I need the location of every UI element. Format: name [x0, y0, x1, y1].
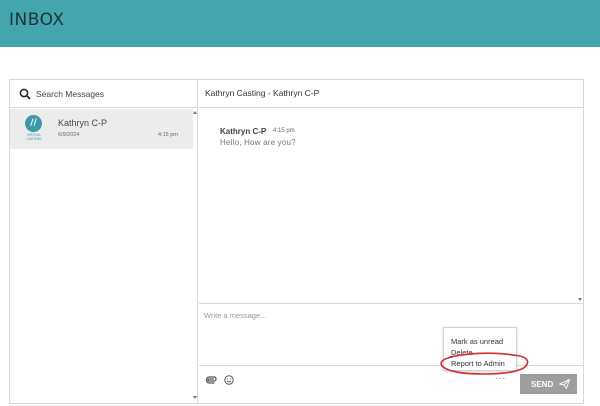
menu-item-report-admin[interactable]: Report to Admin — [451, 359, 505, 368]
options-menu: Mark as unread Delete Report to Admin — [443, 327, 517, 371]
conversation-item[interactable]: // VIRTUAL CASTING Kathryn C-P 6/9/2024 … — [10, 109, 193, 149]
message-time: 4:15 pm — [273, 128, 295, 134]
scroll-down-icon[interactable] — [193, 396, 197, 399]
send-label: SEND — [531, 379, 554, 389]
thread-pane: Kathryn Casting - Kathryn C-P Kathryn C-… — [199, 80, 584, 403]
more-options-button[interactable]: ... — [495, 371, 506, 382]
message-text: Hello, How are you? — [220, 138, 296, 147]
page-title: INBOX — [9, 10, 65, 30]
search-bar — [10, 80, 198, 108]
scroll-up-icon[interactable] — [193, 111, 197, 114]
avatar: // VIRTUAL CASTING — [22, 115, 46, 143]
app-header: INBOX — [0, 0, 600, 47]
paperclip-icon[interactable] — [205, 375, 217, 385]
menu-item-mark-unread[interactable]: Mark as unread — [451, 337, 503, 346]
conversation-name: Kathryn C-P — [58, 118, 108, 128]
logo-slash-icon: // — [25, 115, 42, 132]
thread-title: Kathryn Casting - Kathryn C-P — [205, 88, 320, 98]
smiley-icon[interactable] — [224, 375, 234, 385]
paper-plane-icon — [559, 379, 570, 389]
conversation-date: 6/9/2024 — [58, 132, 80, 138]
search-icon — [19, 88, 31, 100]
conversation-time: 4:15 pm — [158, 132, 178, 138]
conversation-list: // VIRTUAL CASTING Kathryn C-P 6/9/2024 … — [10, 80, 198, 403]
avatar-logo-text: VIRTUAL CASTING — [26, 133, 42, 141]
thread-header: Kathryn Casting - Kathryn C-P — [199, 80, 584, 108]
message-sender: Kathryn C-P — [220, 127, 267, 136]
message-list: Kathryn C-P 4:15 pm Hello, How are you? — [199, 109, 584, 303]
message-scrollbar[interactable] — [578, 109, 583, 303]
search-input[interactable] — [36, 84, 186, 104]
compose-toolbar: ... SEND — [199, 367, 584, 403]
compose-box — [199, 303, 584, 366]
conversation-scrollbar[interactable] — [193, 109, 198, 399]
send-button[interactable]: SEND — [520, 374, 577, 394]
message-input[interactable] — [204, 307, 574, 323]
scroll-down-icon[interactable] — [578, 298, 582, 301]
menu-item-delete[interactable]: Delete — [451, 348, 473, 357]
